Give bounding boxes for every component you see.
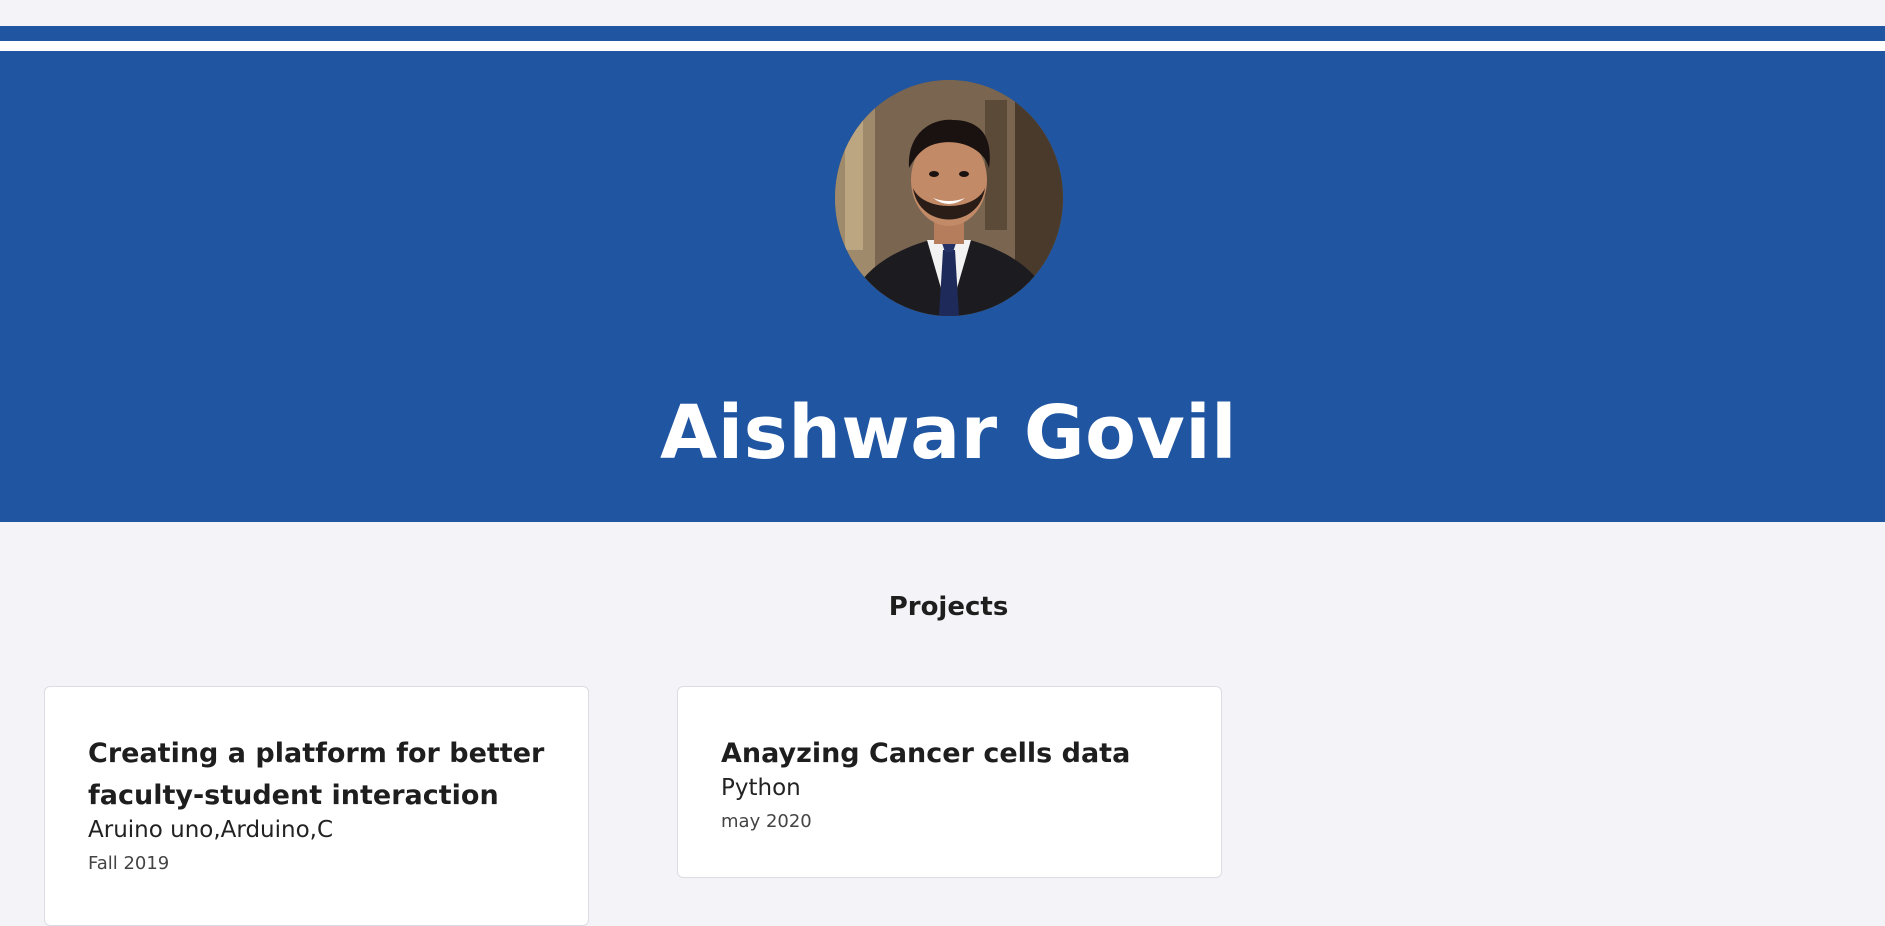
profile-avatar — [835, 80, 1063, 316]
project-tech: Aruino uno,Arduino,C — [88, 817, 334, 843]
project-title: Anayzing Cancer cells data — [721, 738, 1131, 769]
project-date: may 2020 — [721, 811, 812, 832]
header-band — [0, 26, 1885, 41]
project-title: Creating a platform for better faculty-s… — [88, 738, 545, 811]
header-divider — [0, 41, 1885, 51]
project-card[interactable]: Creating a platform for better faculty-s… — [44, 686, 589, 926]
top-strip: › — [0, 0, 1885, 26]
profile-name: Aishwar Govil — [660, 390, 1237, 476]
project-date: Fall 2019 — [88, 853, 170, 874]
projects-heading: Projects — [888, 592, 1009, 622]
project-tech: Python — [721, 775, 801, 801]
avatar-photo — [835, 80, 1063, 316]
stray-markup-glyph: › — [0, 0, 1, 9]
project-card[interactable]: Anayzing Cancer cells data Python may 20… — [677, 686, 1222, 878]
